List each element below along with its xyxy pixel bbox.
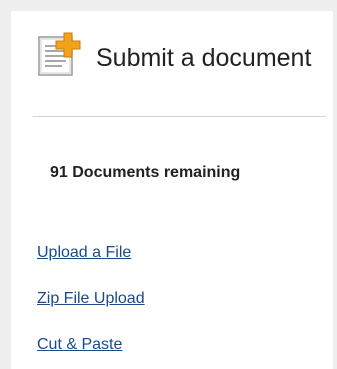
frame-top-border [0,0,337,11]
document-add-icon [38,32,81,76]
frame-right-border [333,0,337,369]
submit-document-panel: Submit a document 91 Documents remaining… [0,0,337,369]
header-divider [33,116,326,117]
zip-file-upload-link[interactable]: Zip File Upload [37,290,145,308]
upload-file-link[interactable]: Upload a File [37,244,131,262]
documents-remaining-text: 91 Documents remaining [50,164,241,181]
frame-left-border [0,0,11,369]
panel-title: Submit a document [96,44,312,72]
cut-paste-link[interactable]: Cut & Paste [37,336,122,354]
panel-header: Submit a document [33,28,333,118]
